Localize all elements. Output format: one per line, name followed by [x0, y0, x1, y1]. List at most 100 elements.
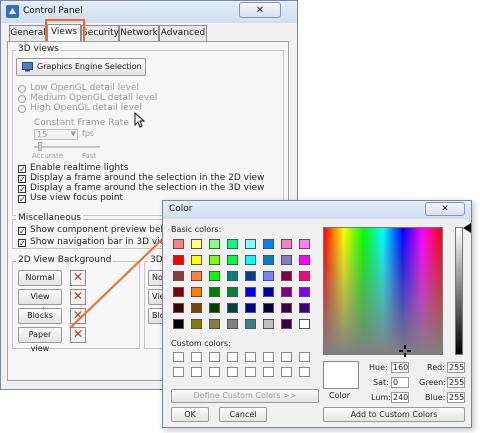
- basic-color-swatch[interactable]: [281, 271, 292, 281]
- basic-color-swatch[interactable]: [263, 255, 274, 265]
- basic-color-swatch[interactable]: [299, 255, 310, 265]
- color-spectrum[interactable]: [323, 227, 443, 355]
- basic-color-swatch[interactable]: [173, 303, 184, 313]
- basic-color-swatch[interactable]: [299, 319, 310, 329]
- lum-input[interactable]: 240: [391, 392, 409, 403]
- blue-input[interactable]: 255: [447, 392, 465, 403]
- checkbox-component-preview[interactable]: ✓: [18, 227, 26, 236]
- radio-low-detail[interactable]: [18, 85, 26, 93]
- basic-color-swatch[interactable]: [281, 255, 292, 265]
- basic-color-swatch[interactable]: [281, 239, 292, 249]
- tab-security[interactable]: Security: [81, 25, 119, 41]
- custom-color-swatch[interactable]: [209, 367, 220, 377]
- tab-advanced[interactable]: Advanced: [159, 25, 207, 41]
- slider-thumb[interactable]: [38, 142, 42, 151]
- basic-color-swatch[interactable]: [245, 255, 256, 265]
- basic-color-swatch[interactable]: [227, 319, 238, 329]
- basic-color-swatch[interactable]: [263, 239, 274, 249]
- custom-color-swatch[interactable]: [299, 367, 310, 377]
- basic-color-swatch[interactable]: [209, 303, 220, 313]
- basic-color-swatch[interactable]: [209, 319, 220, 329]
- custom-color-swatch[interactable]: [263, 352, 274, 362]
- clear-blocks-icon[interactable]: ✕: [70, 308, 86, 324]
- basic-color-swatch[interactable]: [245, 271, 256, 281]
- view-modes-button[interactable]: View modes: [18, 289, 62, 315]
- basic-color-swatch[interactable]: [245, 319, 256, 329]
- tab-general[interactable]: General: [9, 25, 47, 41]
- basic-color-swatch[interactable]: [281, 303, 292, 313]
- custom-color-swatch[interactable]: [173, 352, 184, 362]
- basic-color-swatch[interactable]: [227, 303, 238, 313]
- add-to-custom-colors-button[interactable]: Add to Custom Colors: [323, 407, 465, 422]
- define-custom-colors-button[interactable]: Define Custom Colors >>: [171, 389, 319, 403]
- paper-view-button[interactable]: Paper view: [18, 327, 62, 353]
- luminance-arrow-icon[interactable]: [463, 223, 471, 233]
- basic-color-swatch[interactable]: [245, 287, 256, 297]
- color-dialog-close-button[interactable]: ✕: [425, 202, 465, 216]
- frame-rate-select[interactable]: 15 ▼: [34, 129, 78, 140]
- blocks-button[interactable]: Blocks: [18, 308, 62, 324]
- checkbox-realtime-lights[interactable]: ✓: [18, 165, 26, 174]
- custom-color-swatch[interactable]: [263, 367, 274, 377]
- basic-color-swatch[interactable]: [263, 303, 274, 313]
- basic-color-swatch[interactable]: [191, 287, 202, 297]
- basic-color-swatch[interactable]: [209, 271, 220, 281]
- tab-network[interactable]: Network: [119, 25, 159, 41]
- basic-color-swatch[interactable]: [173, 255, 184, 265]
- hue-input[interactable]: 160: [391, 362, 409, 373]
- basic-color-swatch[interactable]: [191, 319, 202, 329]
- basic-color-swatch[interactable]: [263, 319, 274, 329]
- basic-color-swatch[interactable]: [245, 239, 256, 249]
- graphics-engine-button[interactable]: Graphics Engine Selection: [16, 58, 146, 76]
- checkbox-frame-3d[interactable]: ✓: [18, 185, 26, 194]
- custom-color-swatch[interactable]: [191, 367, 202, 377]
- basic-color-swatch[interactable]: [191, 271, 202, 281]
- basic-color-swatch[interactable]: [227, 287, 238, 297]
- custom-color-swatch[interactable]: [281, 352, 292, 362]
- basic-color-swatch[interactable]: [173, 287, 184, 297]
- basic-color-swatch[interactable]: [227, 255, 238, 265]
- green-input[interactable]: 255: [447, 377, 465, 388]
- radio-high-detail[interactable]: [18, 105, 26, 113]
- custom-color-swatch[interactable]: [299, 352, 310, 362]
- basic-color-swatch[interactable]: [227, 271, 238, 281]
- checkbox-frame-2d[interactable]: ✓: [18, 175, 26, 184]
- checkbox-navigation-bar[interactable]: ✓: [18, 239, 26, 248]
- basic-color-swatch[interactable]: [191, 239, 202, 249]
- checkbox-focus-point[interactable]: ✓: [18, 195, 26, 204]
- basic-color-swatch[interactable]: [299, 271, 310, 281]
- cancel-button[interactable]: Cancel: [219, 407, 267, 422]
- basic-color-swatch[interactable]: [209, 239, 220, 249]
- basic-color-swatch[interactable]: [227, 239, 238, 249]
- close-button[interactable]: ✕: [239, 2, 281, 18]
- frame-rate-slider[interactable]: [34, 146, 100, 148]
- basic-color-swatch[interactable]: [191, 255, 202, 265]
- custom-color-swatch[interactable]: [227, 367, 238, 377]
- custom-color-swatch[interactable]: [191, 352, 202, 362]
- basic-color-swatch[interactable]: [263, 287, 274, 297]
- basic-color-swatch[interactable]: [245, 303, 256, 313]
- basic-color-swatch[interactable]: [299, 287, 310, 297]
- custom-color-swatch[interactable]: [227, 352, 238, 362]
- red-input[interactable]: 255: [447, 362, 465, 373]
- basic-color-swatch[interactable]: [191, 303, 202, 313]
- clear-paper-view-icon[interactable]: ✕: [70, 327, 86, 343]
- basic-color-swatch[interactable]: [209, 287, 220, 297]
- basic-color-swatch[interactable]: [263, 271, 274, 281]
- basic-color-swatch[interactable]: [173, 239, 184, 249]
- sat-input[interactable]: 0: [391, 377, 409, 388]
- ok-button[interactable]: OK: [171, 407, 209, 422]
- basic-color-swatch[interactable]: [281, 287, 292, 297]
- color-dialog-title-bar[interactable]: Color ✕: [163, 201, 471, 219]
- custom-color-swatch[interactable]: [173, 367, 184, 377]
- custom-color-swatch[interactable]: [245, 352, 256, 362]
- custom-color-swatch[interactable]: [245, 367, 256, 377]
- clear-normal-icon[interactable]: ✕: [70, 270, 86, 286]
- luminance-bar[interactable]: [455, 227, 463, 355]
- basic-color-swatch[interactable]: [209, 255, 220, 265]
- clear-view-modes-icon[interactable]: ✕: [70, 289, 86, 305]
- basic-color-swatch[interactable]: [299, 239, 310, 249]
- radio-medium-detail[interactable]: [18, 95, 26, 103]
- normal-button[interactable]: Normal: [18, 270, 62, 286]
- basic-color-swatch[interactable]: [299, 303, 310, 313]
